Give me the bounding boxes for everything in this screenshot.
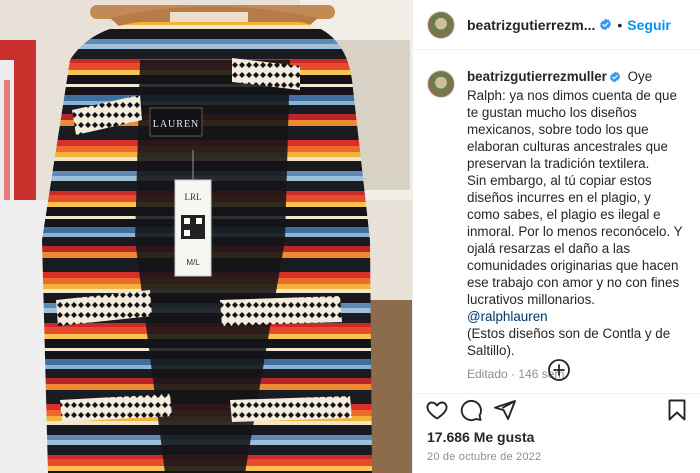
caption-username[interactable]: beatrizgutierrezmuller	[467, 69, 607, 84]
caption-comment: beatrizgutierrezmuller Oye Ralph: ya nos…	[427, 68, 687, 359]
caption-closing: (Estos diseños son de Contla y de Saltil…	[467, 326, 671, 358]
likes-count[interactable]: 17.686 Me gusta	[427, 429, 534, 445]
plus-circle-icon[interactable]	[547, 358, 571, 382]
post-username[interactable]: beatrizgutierrezm...	[467, 17, 595, 33]
caption-meta: Editado · 146 sem	[467, 367, 565, 381]
share-icon[interactable]	[493, 398, 517, 422]
header-separator: •	[617, 16, 623, 33]
follow-button[interactable]: Seguir	[627, 17, 671, 33]
post-image[interactable]: LAUREN LRL M/L	[0, 0, 412, 473]
caption-paragraph-2: Sin embargo, al tú copiar estos diseños …	[467, 173, 683, 307]
bookmark-icon[interactable]	[665, 398, 689, 422]
action-bar	[413, 393, 700, 423]
verified-badge-icon	[599, 18, 612, 31]
comment-icon[interactable]	[459, 398, 483, 422]
caption-avatar[interactable]	[427, 70, 455, 98]
sarape-cardigan-photo: LAUREN LRL M/L	[0, 0, 412, 473]
post-panel: beatrizgutierrezm... • Seguir beatrizgut…	[412, 0, 700, 473]
avatar[interactable]	[427, 10, 455, 39]
verified-badge-icon	[609, 70, 621, 87]
post-date[interactable]: 20 de octubre de 2022	[427, 451, 541, 463]
comments-section: beatrizgutierrezmuller Oye Ralph: ya nos…	[413, 50, 700, 381]
tag-size: M/L	[186, 258, 200, 267]
tag-text: LRL	[185, 192, 202, 202]
caption-paragraph-1: Oye Ralph: ya nos dimos cuenta de que te…	[467, 69, 677, 171]
brand-label: LAUREN	[153, 119, 200, 130]
heart-icon[interactable]	[425, 398, 449, 422]
post-header: beatrizgutierrezm... • Seguir	[413, 0, 700, 50]
caption-text: beatrizgutierrezmuller Oye Ralph: ya nos…	[467, 68, 687, 359]
mention-link[interactable]: @ralphlauren	[467, 309, 548, 324]
